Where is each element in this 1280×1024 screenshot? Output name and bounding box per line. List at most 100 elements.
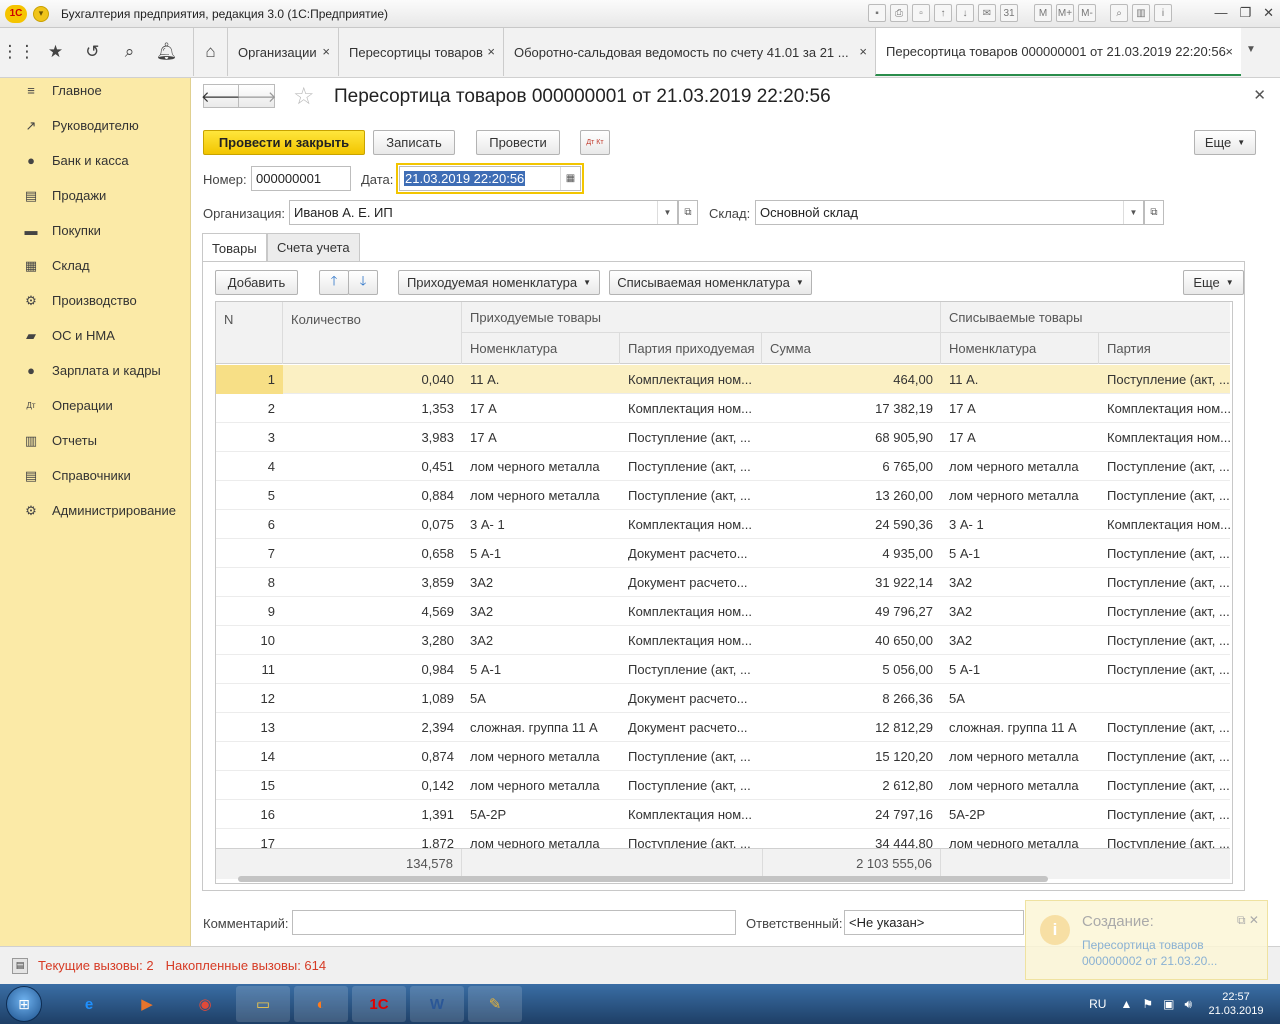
add-button[interactable]: Добавить [215,270,298,295]
cell-sum[interactable]: 12 812,29 [762,713,941,742]
cell-incoming-nomenclature[interactable]: 3 А- 1 [462,510,620,539]
sidebar-item-7[interactable]: ▰ ОС и НМА [0,318,190,353]
cell-n[interactable]: 12 [216,684,283,713]
forward-button[interactable]: 🡒 [236,84,277,108]
cell-outgoing-batch[interactable]: Поступление (акт, ... [1099,452,1230,481]
sidebar-item-11[interactable]: ▤ Справочники [0,458,190,493]
cell-n[interactable]: 14 [216,742,283,771]
date-field[interactable]: 21.03.2019 22:20:56 ▦ [399,166,581,191]
table-row[interactable]: 10 3,280 3А2 Комплектация ном... 40 650,00 3А… [216,626,1230,655]
cell-n[interactable]: 8 [216,568,283,597]
back-button[interactable]: 🡐 [201,84,241,108]
taskbar-app-onec-icon[interactable]: 1С [352,986,406,1022]
cell-quantity[interactable]: 3,859 [283,568,462,597]
vertical-scrollbar[interactable] [1231,326,1232,866]
table-row[interactable]: 15 0,142 лом черного металла Поступление (… [216,771,1230,800]
cell-n[interactable]: 5 [216,481,283,510]
tab-accounts[interactable]: Счета учета [267,233,360,261]
cell-outgoing-nomenclature[interactable]: 5А-2Р [941,800,1099,829]
clock[interactable]: 22:57 21.03.2019 [1206,990,1266,1018]
close-icon[interactable]: × [1225,44,1233,59]
cell-incoming-batch[interactable]: Поступление (акт, ... [620,481,762,510]
cell-incoming-batch[interactable]: Поступление (акт, ... [620,771,762,800]
chevron-down-icon[interactable]: ▼ [1123,201,1143,224]
cell-quantity[interactable]: 3,280 [283,626,462,655]
cell-sum[interactable]: 24 590,36 [762,510,941,539]
calendar-icon[interactable]: 31 [1000,4,1018,22]
table-row[interactable]: 3 3,983 17 А Поступление (акт, ... 68 905,90… [216,423,1230,452]
move-up-icon[interactable]: 🡑 [319,270,349,295]
cell-outgoing-batch[interactable]: Поступление (акт, ... [1099,800,1230,829]
cell-n[interactable]: 6 [216,510,283,539]
table-row[interactable]: 16 1,391 5А-2Р Комплектация ном... 24 797,16… [216,800,1230,829]
cell-incoming-nomenclature[interactable]: 17 А [462,423,620,452]
taskbar-app-firefox-icon[interactable]: ◐ [294,986,348,1022]
tab-balance-sheet[interactable]: Оборотно-сальдовая ведомость по счету 41… [503,28,875,76]
history-icon[interactable]: ↺ [74,28,111,76]
cell-outgoing-nomenclature[interactable]: лом черного металла [941,481,1099,510]
close-icon[interactable]: ✕ [1253,86,1266,104]
cell-incoming-nomenclature[interactable]: сложная. группа 11 А [462,713,620,742]
zoom-icon[interactable]: ⌕ [1110,4,1128,22]
cell-incoming-nomenclature[interactable]: 5 А-1 [462,655,620,684]
responsible-field[interactable]: <Не указан> [844,910,1024,935]
cell-sum[interactable]: 464,00 [762,365,941,394]
start-button[interactable]: ⊞ [6,986,42,1022]
cell-outgoing-batch[interactable]: Поступление (акт, ... [1099,771,1230,800]
sidebar-item-0[interactable]: ≡ Главное [0,73,190,108]
cell-outgoing-nomenclature[interactable]: 5 А-1 [941,539,1099,568]
table-row[interactable]: 14 0,874 лом черного металла Поступление (… [216,742,1230,771]
sidebar-item-12[interactable]: ⚙ Администрирование [0,493,190,528]
cell-quantity[interactable]: 1,391 [283,800,462,829]
cell-quantity[interactable]: 1,353 [283,394,462,423]
cell-n[interactable]: 15 [216,771,283,800]
cell-n[interactable]: 13 [216,713,283,742]
cell-outgoing-batch[interactable]: Комплектация ном... [1099,423,1230,452]
cell-incoming-nomenclature[interactable]: 5 А-1 [462,539,620,568]
sidebar-item-4[interactable]: ▬ Покупки [0,213,190,248]
taskbar-app-explorer-icon[interactable]: ▭ [236,986,290,1022]
cell-sum[interactable]: 68 905,90 [762,423,941,452]
cell-incoming-nomenclature[interactable]: 5А [462,684,620,713]
cell-quantity[interactable]: 0,075 [283,510,462,539]
taskbar-app-ie-icon[interactable]: e [62,986,116,1022]
tab-regrading-document[interactable]: Пересортица товаров 000000001 от 21.03.2… [875,28,1241,76]
memory-icon[interactable]: M [1034,4,1052,22]
cell-incoming-nomenclature[interactable]: лом черного металла [462,771,620,800]
cell-incoming-batch[interactable]: Документ расчето... [620,684,762,713]
cell-incoming-batch[interactable]: Поступление (акт, ... [620,452,762,481]
cell-incoming-nomenclature[interactable]: лом черного металла [462,452,620,481]
save-button[interactable]: Записать [373,130,455,155]
cell-outgoing-nomenclature[interactable]: 3 А- 1 [941,510,1099,539]
cell-outgoing-batch[interactable]: Комплектация ном... [1099,510,1230,539]
cell-incoming-batch[interactable]: Документ расчето... [620,539,762,568]
number-field[interactable]: 000000001 [251,166,351,191]
calls-icon[interactable]: ▤ [12,957,28,974]
cell-outgoing-batch[interactable]: Поступление (акт, ... [1099,539,1230,568]
scroll-thumb[interactable] [238,876,1048,882]
notification-link[interactable]: Пересортица товаров 000000002 от 21.03.2… [1082,937,1242,969]
cell-quantity[interactable]: 0,451 [283,452,462,481]
cell-sum[interactable]: 49 796,27 [762,597,941,626]
restore-button[interactable]: ❐ [1239,5,1251,21]
outgoing-nomenclature-button[interactable]: Списываемая номенклатура ▼ [609,270,812,295]
cell-incoming-nomenclature[interactable]: 3А2 [462,568,620,597]
cell-sum[interactable]: 5 056,00 [762,655,941,684]
horizontal-scrollbar[interactable] [216,874,1230,883]
cell-incoming-nomenclature[interactable]: лом черного металла [462,481,620,510]
cell-incoming-batch[interactable]: Документ расчето... [620,568,762,597]
cell-quantity[interactable]: 2,394 [283,713,462,742]
header-n[interactable]: N [216,302,283,364]
cell-incoming-batch[interactable]: Поступление (акт, ... [620,655,762,684]
cell-incoming-batch[interactable]: Поступление (акт, ... [620,742,762,771]
chevron-down-icon[interactable]: ▼ [1246,44,1256,55]
sidebar-item-10[interactable]: ▥ Отчеты [0,423,190,458]
cell-n[interactable]: 7 [216,539,283,568]
panels-icon[interactable]: ▥ [1132,4,1150,22]
cell-incoming-batch[interactable]: Комплектация ном... [620,800,762,829]
cell-outgoing-nomenclature[interactable]: 5А [941,684,1099,713]
cell-incoming-nomenclature[interactable]: лом черного металла [462,742,620,771]
cell-quantity[interactable]: 0,984 [283,655,462,684]
cell-outgoing-batch[interactable]: Поступление (акт, ... [1099,626,1230,655]
cell-incoming-batch[interactable]: Документ расчето... [620,713,762,742]
